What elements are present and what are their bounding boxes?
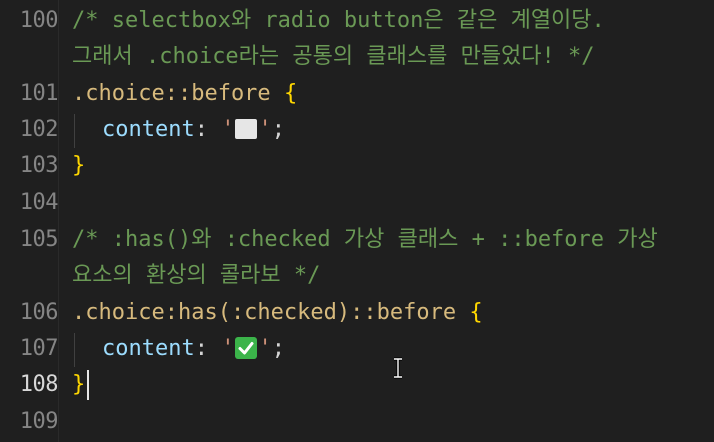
code-comment-line-wrapped[interactable]: 그래서 .choice라는 공통의 클래스를 만들었다! */ xyxy=(72,39,595,75)
css-property: content xyxy=(102,117,195,142)
line-number-active: 108 xyxy=(19,372,59,397)
line-number: 105 xyxy=(19,227,59,252)
code-comment-line[interactable]: /* selectbox와 radio button은 같은 계열이당. xyxy=(72,3,605,39)
code-editor[interactable]: 100 101 102 103 104 105 106 107 108 109 … xyxy=(0,0,714,442)
indent-guide xyxy=(74,333,75,367)
line-number: 102 xyxy=(19,117,59,142)
line-number: 104 xyxy=(19,190,59,215)
white-square-glyph xyxy=(235,119,258,139)
gutter-separator xyxy=(58,0,59,442)
code-line-108[interactable]: } xyxy=(72,367,85,403)
css-selector: .choice:has(:checked)::before xyxy=(72,300,457,325)
css-property: content xyxy=(102,336,195,361)
code-line-107[interactable]: content: ' '; xyxy=(102,331,285,367)
line-number: 103 xyxy=(19,153,59,178)
ibeam-cursor-icon xyxy=(392,357,404,385)
close-brace: } xyxy=(72,372,86,397)
open-brace: { xyxy=(283,81,298,106)
check-mark-button-glyph xyxy=(235,337,258,359)
open-brace: { xyxy=(469,300,483,325)
line-number-gutter: 100 101 102 103 104 105 106 107 108 109 xyxy=(0,0,59,442)
line-number: 101 xyxy=(19,81,59,106)
code-comment-line-wrapped[interactable]: 요소의 환상의 콜라보 */ xyxy=(72,258,320,294)
indent-guide xyxy=(74,114,75,148)
close-brace: } xyxy=(72,153,86,178)
line-number: 106 xyxy=(19,300,59,325)
text-cursor xyxy=(87,370,89,400)
code-line-101[interactable]: .choice::before { xyxy=(72,76,297,112)
line-number: 109 xyxy=(19,409,59,434)
code-line-102[interactable]: content: ' '; xyxy=(102,112,285,148)
line-number: 100 xyxy=(19,8,59,33)
css-selector: .choice::before xyxy=(72,81,271,106)
code-line-103[interactable]: } xyxy=(72,148,85,184)
code-line-106[interactable]: .choice:has(:checked)::before { xyxy=(72,295,483,331)
line-number: 107 xyxy=(19,336,59,361)
code-comment-line[interactable]: /* :has()와 :checked 가상 클래스 + ::before 가상 xyxy=(72,222,658,258)
